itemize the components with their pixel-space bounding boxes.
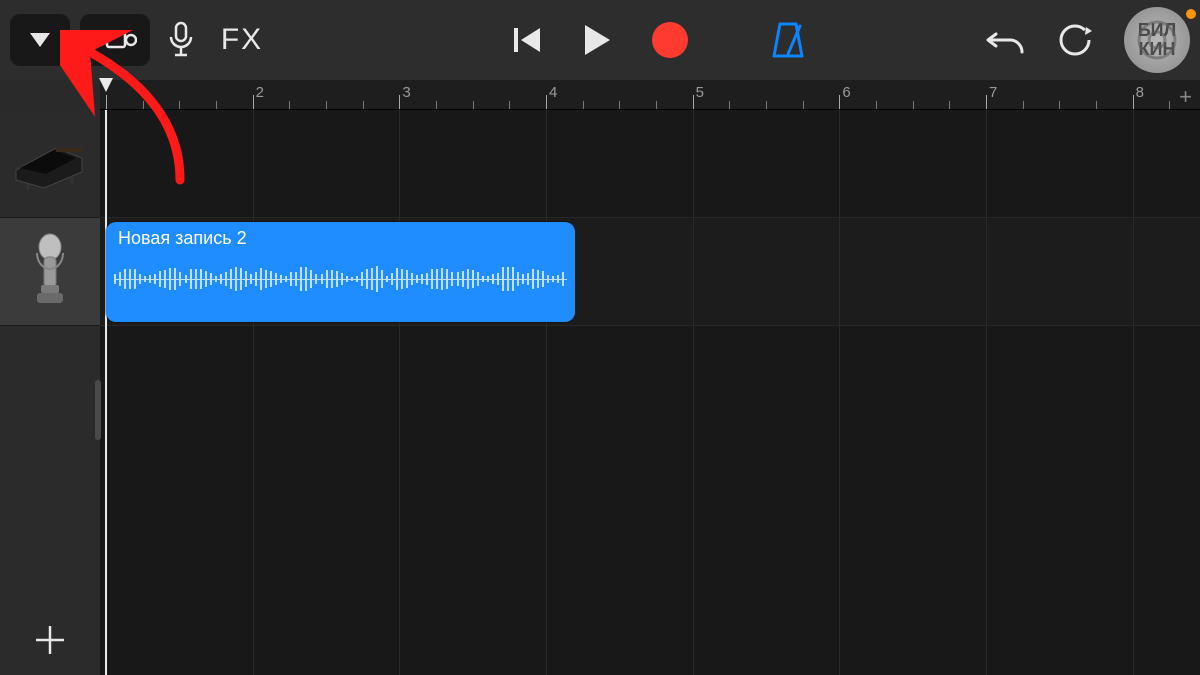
track-header-microphone[interactable] [0, 218, 100, 326]
ruler-bar-label: 8 [1136, 84, 1144, 101]
ruler-bar-label: 2 [256, 84, 264, 101]
track-header-piano[interactable] [0, 110, 100, 218]
settings-avatar-button[interactable]: БИЛ КИН [1124, 7, 1190, 73]
timeline-ruler[interactable]: + 2 3 4 5 6 7 8 [100, 80, 1200, 110]
metronome-button[interactable] [770, 20, 806, 60]
add-track-button[interactable] [0, 605, 100, 675]
track-lane-piano[interactable] [100, 110, 1200, 218]
audio-region[interactable]: Новая запись 2 [106, 222, 575, 322]
panel-resize-handle[interactable] [95, 380, 101, 440]
ruler-row: + 2 3 4 5 6 7 8 [0, 80, 1200, 110]
piano-icon [14, 138, 86, 190]
undo-button[interactable] [986, 26, 1026, 54]
instrument-browser-button[interactable] [80, 14, 150, 66]
loop-browser-button[interactable] [1056, 21, 1094, 59]
fx-label: FX [221, 23, 263, 57]
fx-button[interactable]: FX [212, 23, 272, 57]
ruler-bar-label: 5 [696, 84, 704, 101]
timeline[interactable]: Новая запись 2 [100, 110, 1200, 675]
microphone-input-button[interactable] [160, 21, 202, 59]
track-view-dropdown-button[interactable] [10, 14, 70, 66]
go-to-start-button[interactable] [512, 25, 542, 55]
ruler-bar-label: 3 [402, 84, 410, 101]
ruler-bar-label: 7 [989, 84, 997, 101]
record-button[interactable] [652, 22, 688, 58]
ruler-bar-label: 6 [842, 84, 850, 101]
play-button[interactable] [582, 23, 612, 57]
region-label: Новая запись 2 [118, 228, 563, 249]
microphone-icon [31, 233, 69, 311]
toolbar: FX [0, 0, 1200, 80]
record-icon [652, 22, 688, 58]
gear-icon [1124, 7, 1190, 73]
track-headers [0, 110, 100, 675]
notification-dot-icon [1186, 9, 1196, 19]
ruler-bar-label: 4 [549, 84, 557, 101]
add-section-button[interactable]: + [1179, 84, 1192, 110]
